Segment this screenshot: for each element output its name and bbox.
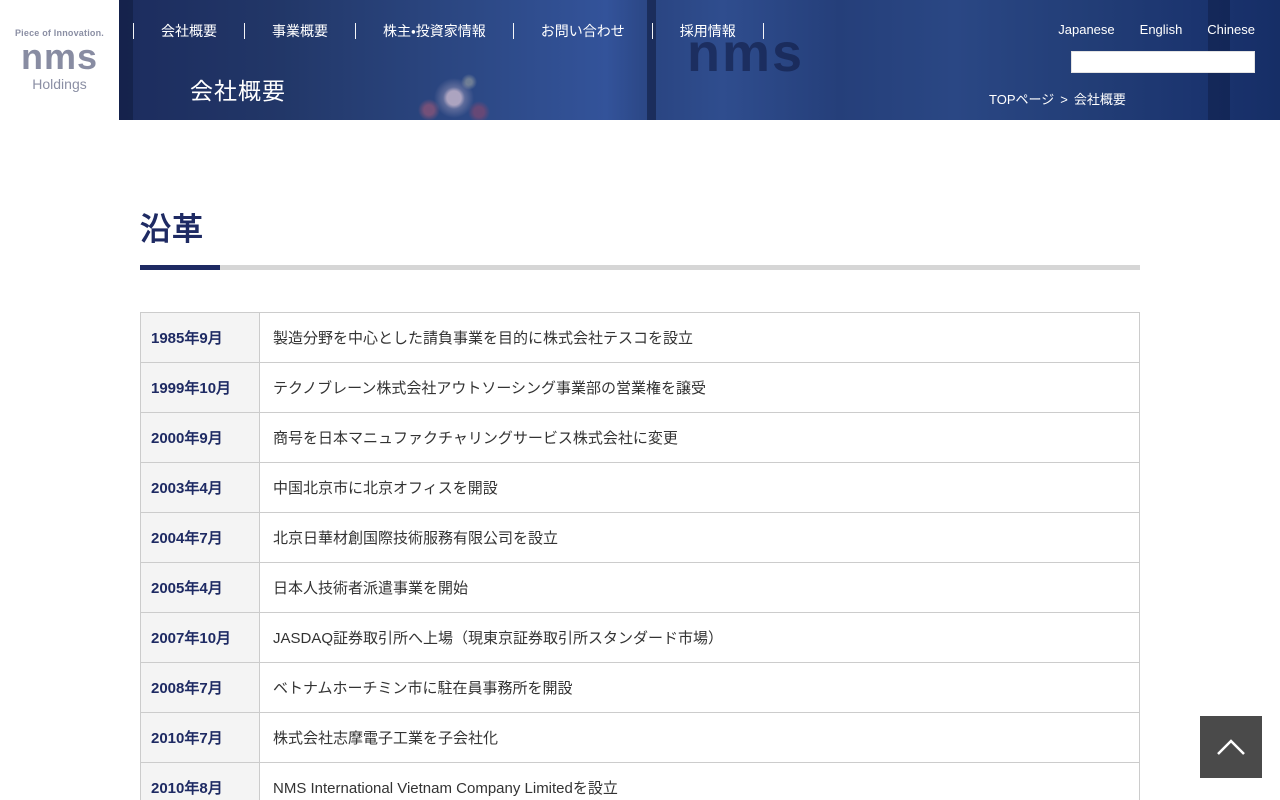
section-title-rule xyxy=(140,265,1140,270)
logo-brand-text: nms xyxy=(20,36,99,78)
history-date: 2000年9月 xyxy=(140,412,260,463)
history-event: 北京日華材創国際技術服務有限公司を設立 xyxy=(259,512,1140,563)
nav-item-business[interactable]: 事業概要 xyxy=(245,21,355,41)
nav-item-contact[interactable]: お問い合わせ xyxy=(514,21,652,41)
section-title-history: 沿革 xyxy=(140,212,204,247)
history-date: 2007年10月 xyxy=(140,612,260,663)
history-date: 1985年9月 xyxy=(140,312,260,363)
history-date: 2005年4月 xyxy=(140,562,260,613)
history-event: 商号を日本マニュファクチャリングサービス株式会社に変更 xyxy=(259,412,1140,463)
company-logo[interactable]: Piece of Innovation. nms Holdings xyxy=(0,0,119,120)
history-date: 1999年10月 xyxy=(140,362,260,413)
history-table: 1985年9月 製造分野を中心とした請負事業を目的に株式会社テスコを設立 199… xyxy=(140,312,1140,800)
history-date: 2010年8月 xyxy=(140,762,260,800)
banner-divider-band xyxy=(647,0,656,120)
header-banner: nms 会社概要 事業概要 株主・投資家情報 お問い合わせ 採用情報 会社概要 … xyxy=(119,0,1280,120)
banner-divider-band xyxy=(119,0,133,120)
nav-item-investors[interactable]: 株主・投資家情報 xyxy=(356,21,513,41)
table-row: 2008年7月 ベトナムホーチミン市に駐在員事務所を開設 xyxy=(140,662,1140,713)
section-title-rule-accent xyxy=(140,265,220,270)
table-row: 2005年4月 日本人技術者派遣事業を開始 xyxy=(140,562,1140,613)
nav-item-company[interactable]: 会社概要 xyxy=(134,21,244,41)
table-row: 1985年9月 製造分野を中心とした請負事業を目的に株式会社テスコを設立 xyxy=(140,312,1140,363)
table-row: 2003年4月 中国北京市に北京オフィスを開設 xyxy=(140,462,1140,513)
search-input[interactable] xyxy=(1071,51,1255,73)
language-switcher: Japanese English Chinese xyxy=(1058,22,1255,37)
banner-page-title: 会社概要 xyxy=(190,78,286,104)
breadcrumb-home-link[interactable]: TOPページ xyxy=(989,92,1054,107)
history-event: 中国北京市に北京オフィスを開設 xyxy=(259,462,1140,513)
history-event: ベトナムホーチミン市に駐在員事務所を開設 xyxy=(259,662,1140,713)
history-event: 株式会社志摩電子工業を子会社化 xyxy=(259,712,1140,763)
table-row: 1999年10月 テクノブレーン株式会社アウトソーシング事業部の営業権を譲受 xyxy=(140,362,1140,413)
history-date: 2010年7月 xyxy=(140,712,260,763)
history-event: 日本人技術者派遣事業を開始 xyxy=(259,562,1140,613)
breadcrumb-separator: > xyxy=(1060,92,1068,107)
history-date: 2008年7月 xyxy=(140,662,260,713)
history-date: 2003年4月 xyxy=(140,462,260,513)
table-row: 2007年10月 JASDAQ証券取引所へ上場（現東京証券取引所スタンダード市場… xyxy=(140,612,1140,663)
history-event: テクノブレーン株式会社アウトソーシング事業部の営業権を譲受 xyxy=(259,362,1140,413)
history-event: NMS International Vietnam Company Limite… xyxy=(259,762,1140,800)
table-row: 2010年7月 株式会社志摩電子工業を子会社化 xyxy=(140,712,1140,763)
scroll-to-top-button[interactable] xyxy=(1200,716,1262,778)
nav-separator xyxy=(762,23,764,39)
nav-item-recruit[interactable]: 採用情報 xyxy=(653,21,763,41)
chevron-up-icon xyxy=(1217,739,1245,755)
history-event: JASDAQ証券取引所へ上場（現東京証券取引所スタンダード市場） xyxy=(259,612,1140,663)
history-date: 2004年7月 xyxy=(140,512,260,563)
lang-link-chinese[interactable]: Chinese xyxy=(1207,22,1255,37)
main-content: 沿革 1985年9月 製造分野を中心とした請負事業を目的に株式会社テスコを設立 … xyxy=(140,204,1140,800)
table-row: 2004年7月 北京日華材創国際技術服務有限公司を設立 xyxy=(140,512,1140,563)
logo-subtext: Holdings xyxy=(32,75,87,92)
table-row: 2010年8月 NMS International Vietnam Compan… xyxy=(140,762,1140,800)
site-header: Piece of Innovation. nms Holdings nms 会社… xyxy=(0,0,1280,120)
breadcrumb: TOPページ > 会社概要 xyxy=(989,89,1126,108)
table-row: 2000年9月 商号を日本マニュファクチャリングサービス株式会社に変更 xyxy=(140,412,1140,463)
main-nav: 会社概要 事業概要 株主・投資家情報 お問い合わせ 採用情報 xyxy=(133,21,764,41)
lang-link-japanese[interactable]: Japanese xyxy=(1058,22,1114,37)
breadcrumb-current: 会社概要 xyxy=(1073,92,1126,107)
history-event: 製造分野を中心とした請負事業を目的に株式会社テスコを設立 xyxy=(259,312,1140,363)
lang-link-english[interactable]: English xyxy=(1140,22,1183,37)
